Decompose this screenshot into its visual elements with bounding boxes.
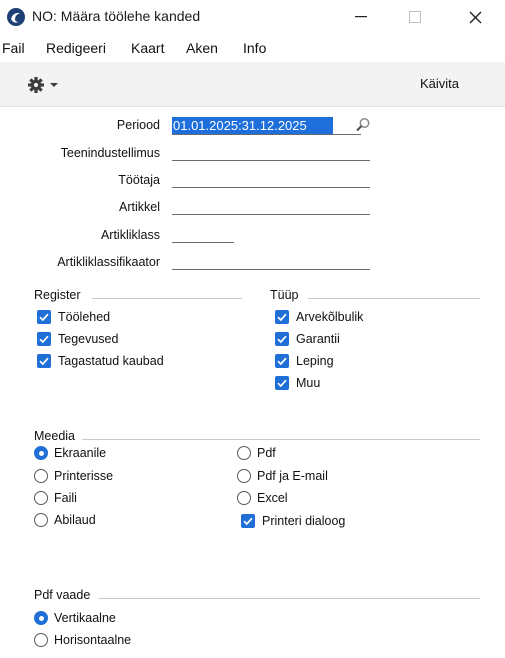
media-pdf-label: Pdf (257, 446, 276, 460)
maximize-button[interactable] (392, 0, 438, 34)
toolbar: Käivita (0, 62, 505, 107)
menu-card[interactable]: Kaart (131, 40, 164, 56)
printer-dialog-checkbox[interactable] (241, 514, 255, 528)
pdf-horizontal-label: Horisontaalne (54, 633, 132, 647)
type-contract-label: Leping (296, 354, 334, 368)
media-file-label: Faili (54, 491, 77, 505)
item-label: Artikkel (119, 200, 160, 214)
media-title: Meedia (34, 429, 75, 443)
register-returned-goods-label: Tagastatud kaubad (58, 354, 164, 368)
media-file-radio[interactable] (34, 491, 48, 505)
register-activities-label: Tegevused (58, 332, 119, 346)
period-label: Periood (116, 118, 160, 132)
item-class-field[interactable] (172, 242, 234, 243)
app-logo-icon (6, 7, 26, 27)
media-printer-label: Printerisse (54, 469, 114, 483)
type-billable-label: Arvekõlbulik (296, 310, 364, 324)
media-clipboard-radio[interactable] (34, 513, 48, 527)
register-divider (92, 298, 242, 299)
register-activities-checkbox[interactable] (37, 332, 51, 346)
register-returned-goods-checkbox[interactable] (37, 354, 51, 368)
media-pdf-email-label: Pdf ja E-mail (257, 469, 328, 483)
media-pdf-radio[interactable] (237, 446, 251, 460)
menu-bar: Fail Redigeeri Kaart Aken Info (0, 36, 505, 60)
pdf-view-divider (98, 598, 480, 599)
menu-file[interactable]: Fail (2, 40, 25, 56)
media-pdf-email-radio[interactable] (237, 469, 251, 483)
type-warranty-checkbox[interactable] (275, 332, 289, 346)
pdf-view-title: Pdf vaade (34, 588, 91, 602)
item-class-label: Artikliklass (100, 228, 160, 242)
window-title: NO: Määra töölehe kanded (32, 8, 201, 24)
type-contract-checkbox[interactable] (275, 354, 289, 368)
register-worksheets-checkbox[interactable] (37, 310, 51, 324)
pdf-vertical-radio[interactable] (34, 611, 48, 625)
type-divider (308, 298, 480, 299)
worker-label: Töötaja (118, 173, 160, 187)
menu-info[interactable]: Info (243, 40, 266, 56)
menu-window[interactable]: Aken (186, 40, 218, 56)
media-clipboard-label: Abilaud (54, 513, 96, 527)
close-button[interactable] (452, 0, 498, 34)
type-billable-checkbox[interactable] (275, 310, 289, 324)
search-icon[interactable] (355, 117, 371, 133)
media-screen-radio[interactable] (34, 446, 48, 460)
type-other-checkbox[interactable] (275, 376, 289, 390)
media-excel-radio[interactable] (237, 491, 251, 505)
type-title: Tüüp (270, 288, 299, 302)
media-divider (82, 439, 480, 440)
service-order-label: Teenindustellimus (60, 146, 160, 160)
title-bar: NO: Määra töölehe kanded (0, 0, 505, 34)
type-other-label: Muu (296, 376, 321, 390)
pdf-horizontal-radio[interactable] (34, 633, 48, 647)
pdf-vertical-label: Vertikaalne (54, 611, 116, 625)
minimize-button[interactable] (338, 0, 384, 34)
register-title: Register (34, 288, 81, 302)
period-underline (172, 134, 361, 135)
menu-edit[interactable]: Redigeeri (46, 40, 106, 56)
service-order-field[interactable] (172, 160, 370, 161)
worker-field[interactable] (172, 187, 370, 188)
run-button[interactable]: Käivita (420, 76, 459, 91)
printer-dialog-label: Printeri dialoog (262, 514, 346, 528)
type-warranty-label: Garantii (296, 332, 340, 346)
item-classification-field[interactable] (172, 269, 370, 270)
period-input[interactable]: 01.01.2025:31.12.2025 (172, 117, 333, 134)
register-worksheets-label: Töölehed (58, 310, 111, 324)
gear-icon[interactable] (28, 77, 58, 93)
media-screen-label: Ekraanile (54, 446, 107, 460)
item-field[interactable] (172, 214, 370, 215)
media-printer-radio[interactable] (34, 469, 48, 483)
media-excel-label: Excel (257, 491, 288, 505)
item-classification-label: Artikliklassifikaator (57, 255, 160, 269)
